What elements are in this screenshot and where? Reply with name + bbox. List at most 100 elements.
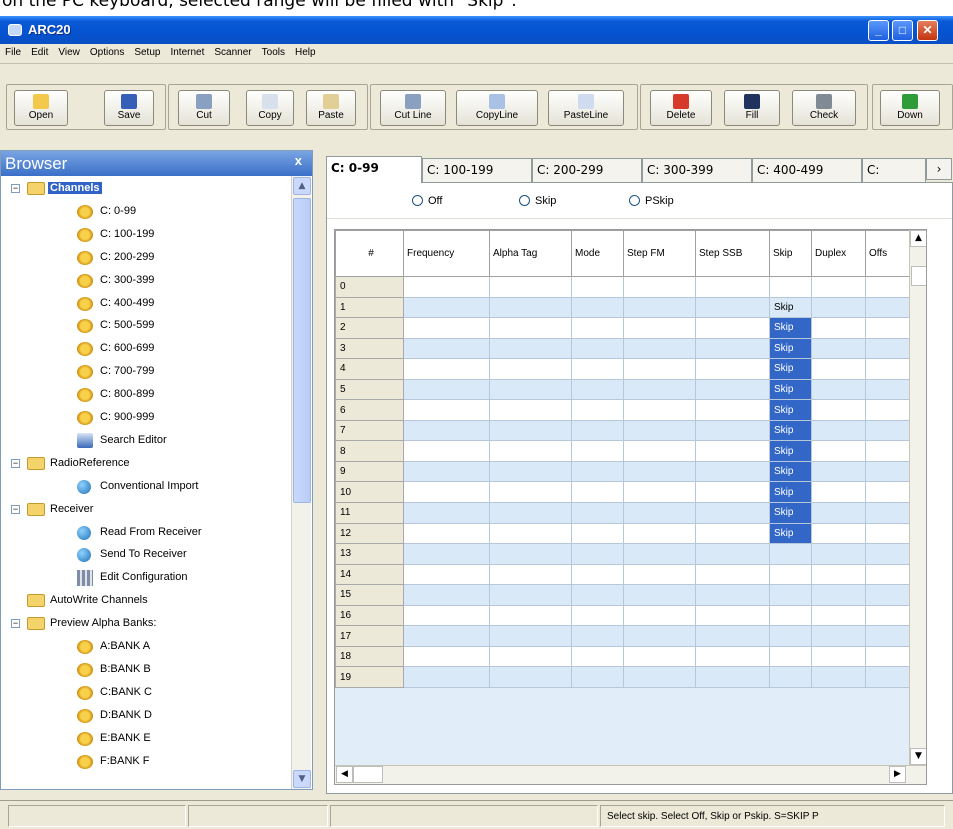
grid-cell[interactable]: [865, 399, 910, 421]
scrollbar-thumb[interactable]: [911, 266, 926, 286]
tree-item[interactable]: C:BANK C: [1, 683, 289, 703]
grid-cell[interactable]: [623, 378, 696, 401]
menu-view[interactable]: View: [53, 44, 85, 61]
grid-cell[interactable]: [623, 563, 696, 586]
skip-cell[interactable]: Skip: [769, 378, 812, 401]
grid-cell[interactable]: [695, 502, 770, 524]
grid-horizontal-scrollbar[interactable]: ◀ ▶: [335, 765, 926, 784]
table-row[interactable]: 8 Skip: [335, 440, 910, 462]
tab-channels-1[interactable]: C: 100-199: [422, 158, 532, 182]
menu-tools[interactable]: Tools: [257, 44, 290, 61]
grid-cell[interactable]: [623, 502, 696, 524]
row-number-cell[interactable]: 3: [335, 337, 404, 360]
grid-cell[interactable]: [403, 645, 490, 668]
tree-item[interactable]: Edit Configuration: [1, 568, 289, 588]
table-row[interactable]: 6 Skip: [335, 399, 910, 421]
grid-cell[interactable]: [811, 399, 866, 421]
tree-item[interactable]: − Receiver: [1, 500, 289, 520]
skip-cell[interactable]: Skip: [769, 296, 812, 319]
row-number-cell[interactable]: 11: [335, 502, 404, 524]
grid-cell[interactable]: [623, 440, 696, 462]
grid-cell[interactable]: [623, 481, 696, 504]
grid-cell[interactable]: [571, 522, 624, 545]
grid-cell[interactable]: [695, 645, 770, 668]
table-row[interactable]: 11 Skip: [335, 502, 910, 524]
grid-cell[interactable]: [811, 502, 866, 524]
grid-cell[interactable]: [571, 399, 624, 421]
grid-cell[interactable]: [811, 276, 866, 298]
browser-scrollbar[interactable]: ▲ ▼: [291, 176, 311, 789]
grid-cell[interactable]: [403, 502, 490, 524]
grid-cell[interactable]: [489, 666, 572, 688]
skip-cell[interactable]: Skip: [769, 460, 812, 483]
grid-cell[interactable]: [489, 460, 572, 483]
skip-cell[interactable]: [769, 666, 812, 688]
grid-cell[interactable]: [489, 317, 572, 339]
grid-cell[interactable]: [695, 543, 770, 565]
grid-cell[interactable]: [623, 522, 696, 545]
grid-cell[interactable]: [811, 625, 866, 647]
table-row[interactable]: 2 Skip: [335, 317, 910, 339]
grid-cell[interactable]: [403, 317, 490, 339]
tab-channels-2[interactable]: C: 200-299: [532, 158, 642, 182]
table-row[interactable]: 1 Skip: [335, 296, 910, 319]
row-number-cell[interactable]: 15: [335, 584, 404, 606]
grid-cell[interactable]: [865, 645, 910, 668]
grid-cell[interactable]: [571, 584, 624, 606]
grid-cell[interactable]: [695, 522, 770, 545]
tree-item[interactable]: C: 200-299: [1, 248, 289, 268]
tree-item[interactable]: B:BANK B: [1, 660, 289, 680]
scroll-down-icon[interactable]: ▼: [910, 748, 926, 765]
row-number-cell[interactable]: 4: [335, 358, 404, 380]
grid-cell[interactable]: [623, 296, 696, 319]
grid-cell[interactable]: [623, 419, 696, 442]
grid-cell[interactable]: [865, 296, 910, 319]
grid-cell[interactable]: [623, 460, 696, 483]
grid-cell[interactable]: [695, 440, 770, 462]
skip-cell[interactable]: [769, 645, 812, 668]
paste-button[interactable]: Paste: [306, 90, 356, 126]
grid-cell[interactable]: [489, 296, 572, 319]
column-header[interactable]: Duplex: [811, 230, 866, 277]
table-row[interactable]: 15: [335, 584, 910, 606]
grid-cell[interactable]: [811, 584, 866, 606]
grid-cell[interactable]: [403, 625, 490, 647]
row-number-cell[interactable]: 6: [335, 399, 404, 421]
grid-cell[interactable]: [865, 419, 910, 442]
grid-cell[interactable]: [403, 460, 490, 483]
table-row[interactable]: 9 Skip: [335, 460, 910, 483]
tab-channels-3[interactable]: C: 300-399: [642, 158, 752, 182]
row-number-cell[interactable]: 5: [335, 378, 404, 401]
grid-cell[interactable]: [623, 543, 696, 565]
tree-item[interactable]: E:BANK E: [1, 729, 289, 749]
skip-cell[interactable]: [769, 584, 812, 606]
grid-cell[interactable]: [623, 666, 696, 688]
cut-line-button[interactable]: Cut Line: [380, 90, 446, 126]
table-row[interactable]: 18: [335, 645, 910, 668]
row-number-cell[interactable]: 12: [335, 522, 404, 545]
scroll-up-icon[interactable]: ▲: [910, 230, 926, 247]
grid-cell[interactable]: [811, 666, 866, 688]
skip-cell[interactable]: [769, 604, 812, 627]
tab-scroll-right-icon[interactable]: ›: [926, 158, 952, 180]
grid-cell[interactable]: [865, 317, 910, 339]
grid-cell[interactable]: [403, 358, 490, 380]
row-number-cell[interactable]: 16: [335, 604, 404, 627]
grid-cell[interactable]: [865, 563, 910, 586]
table-row[interactable]: 4 Skip: [335, 358, 910, 380]
column-header[interactable]: Step FM: [623, 230, 696, 277]
tree-item[interactable]: A:BANK A: [1, 637, 289, 657]
paste-line-button[interactable]: PasteLine: [548, 90, 624, 126]
grid-cell[interactable]: [695, 378, 770, 401]
tree-item[interactable]: F:BANK F: [1, 752, 289, 772]
grid-cell[interactable]: [489, 481, 572, 504]
grid-cell[interactable]: [623, 358, 696, 380]
grid-cell[interactable]: [571, 502, 624, 524]
grid-cell[interactable]: [695, 460, 770, 483]
grid-cell[interactable]: [865, 440, 910, 462]
grid-cell[interactable]: [623, 399, 696, 421]
grid-cell[interactable]: [811, 645, 866, 668]
grid-cell[interactable]: [489, 584, 572, 606]
close-icon[interactable]: x: [295, 153, 302, 168]
grid-cell[interactable]: [865, 604, 910, 627]
